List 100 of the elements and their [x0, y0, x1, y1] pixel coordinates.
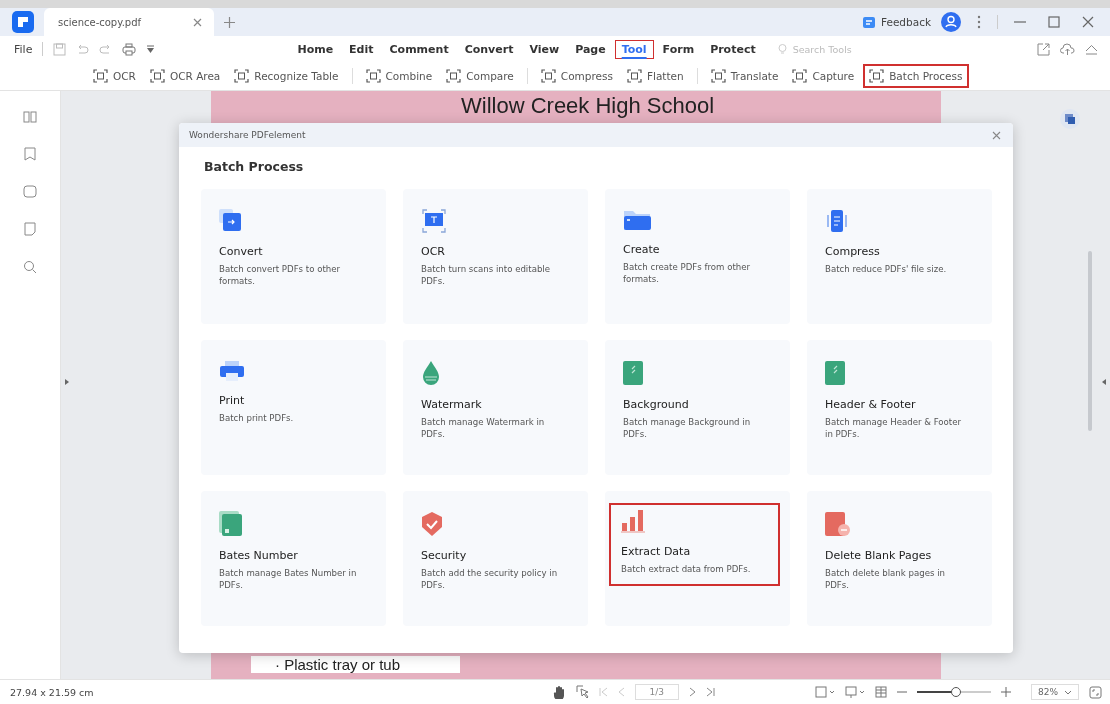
collapse-arrow-icon[interactable]: [1102, 379, 1106, 385]
page-layout-icon[interactable]: [845, 686, 865, 698]
page-size-label: 27.94 x 21.59 cm: [10, 686, 94, 698]
card-title: Print: [219, 394, 245, 407]
batch-tool-card[interactable]: Bates Number Batch manage Bates Number in PDFs.: [201, 491, 386, 626]
expand-arrow-icon[interactable]: [65, 379, 69, 385]
batch-tool-card[interactable]: Watermark Batch manage Watermark in PDFs.: [403, 340, 588, 475]
first-page-icon[interactable]: [598, 687, 608, 697]
menu-tab[interactable]: Home: [290, 39, 341, 59]
batch-tool-card[interactable]: Create Batch create PDFs from other formats.: [605, 189, 790, 324]
hand-tool-icon[interactable]: [552, 685, 566, 699]
toolbar-button[interactable]: Combine: [360, 65, 438, 87]
bookmark-icon[interactable]: [24, 147, 36, 161]
file-menu[interactable]: File: [14, 42, 33, 56]
add-tab-icon[interactable]: [224, 16, 235, 28]
collapse-icon[interactable]: [1085, 43, 1098, 55]
share-icon[interactable]: [1037, 42, 1050, 56]
card-description: Batch add the security policy in PDFs.: [421, 568, 559, 592]
zoom-dropdown[interactable]: 82%: [1031, 684, 1079, 700]
batch-tool-card[interactable]: Extract Data Batch extract data from PDFs.: [605, 491, 790, 626]
columns-icon[interactable]: [875, 686, 887, 698]
zoom-value: 82%: [1038, 687, 1058, 697]
more-icon[interactable]: [977, 15, 981, 29]
scrollbar[interactable]: [1088, 251, 1092, 431]
toolbar-button[interactable]: Translate: [705, 65, 784, 87]
menu-tab[interactable]: View: [522, 39, 567, 59]
page-icon[interactable]: [24, 222, 36, 236]
print-icon[interactable]: [122, 42, 137, 56]
toolbar-button[interactable]: OCR Area: [144, 65, 226, 87]
card-title: OCR: [421, 245, 445, 258]
menu-tab[interactable]: Convert: [457, 39, 521, 59]
card-description: Batch extract data from PDFs.: [621, 564, 751, 576]
menu-tab[interactable]: Comment: [382, 39, 456, 59]
compress-document-icon: [825, 209, 849, 233]
card-title: Security: [421, 549, 467, 562]
maximize-icon[interactable]: [1048, 16, 1060, 28]
undo-icon[interactable]: [76, 43, 90, 55]
search-field[interactable]: Search Tools: [776, 42, 875, 56]
card-description: Batch reduce PDFs' file size.: [825, 264, 947, 276]
batch-tool-card[interactable]: Delete Blank Pages Batch delete blank pages in PDFs.: [807, 491, 992, 626]
menu-tab[interactable]: Protect: [703, 39, 763, 59]
tool-frame-icon: [365, 69, 381, 83]
toolbar-button[interactable]: Batch Process: [863, 64, 969, 88]
toolbar-button[interactable]: Compare: [441, 65, 519, 87]
tool-frame-icon: [149, 69, 165, 83]
toolbar-button[interactable]: Capture: [787, 65, 860, 87]
close-icon[interactable]: [1082, 16, 1094, 28]
next-page-icon[interactable]: [689, 687, 696, 697]
menu-tab[interactable]: Tool: [614, 39, 654, 59]
chevron-down-icon: [1064, 689, 1072, 695]
comment-icon[interactable]: [23, 185, 37, 198]
card-title: Compress: [825, 245, 880, 258]
menu-tab[interactable]: Edit: [342, 39, 381, 59]
fit-page-icon[interactable]: [815, 686, 835, 698]
batch-tool-card[interactable]: Header & Footer Batch manage Header & Footer in PDFs.: [807, 340, 992, 475]
card-title: Convert: [219, 245, 263, 258]
dialog-app-name: Wondershare PDFelement: [189, 130, 306, 140]
menu-tab[interactable]: Page: [568, 39, 613, 59]
save-icon[interactable]: [53, 42, 67, 56]
dropdown-icon[interactable]: [146, 44, 156, 54]
bar-chart-icon: [621, 509, 645, 533]
menu-tab[interactable]: Form: [655, 39, 702, 59]
batch-tool-card[interactable]: OCR Batch turn scans into editable PDFs.: [403, 189, 588, 324]
card-title: Watermark: [421, 398, 482, 411]
card-title: Extract Data: [621, 545, 691, 558]
search-icon[interactable]: [23, 260, 37, 274]
shield-icon: [421, 511, 443, 537]
batch-tool-card[interactable]: Security Batch add the security policy in PDFs.: [403, 491, 588, 626]
select-tool-icon[interactable]: [575, 685, 589, 699]
page-number-field[interactable]: 1/3: [634, 684, 679, 700]
toolbar-button[interactable]: Flatten: [621, 65, 689, 87]
avatar-icon[interactable]: [941, 12, 961, 32]
cloud-upload-icon[interactable]: [1060, 42, 1075, 56]
page-text: · Plastic tray or tub: [251, 656, 461, 673]
slider-thumb[interactable]: [951, 687, 962, 697]
tool-frame-icon: [446, 69, 462, 83]
translate-badge-icon[interactable]: [1060, 109, 1080, 129]
thumbnails-icon[interactable]: [23, 111, 37, 123]
document-tab[interactable]: science-copy.pdf: [44, 8, 214, 36]
fullscreen-icon[interactable]: [1089, 685, 1102, 699]
close-icon[interactable]: [193, 17, 202, 27]
card-description: Batch turn scans into editable PDFs.: [421, 264, 552, 288]
batch-tool-card[interactable]: Print Batch print PDFs.: [201, 340, 386, 475]
water-drop-icon: [421, 360, 441, 386]
feedback-button[interactable]: Feedback: [862, 15, 931, 29]
toolbar-button[interactable]: Compress: [535, 65, 618, 87]
tool-frame-icon: [540, 69, 556, 83]
tool-frame-icon: [234, 69, 250, 83]
zoom-in-icon[interactable]: [1001, 687, 1011, 697]
previous-page-icon[interactable]: [617, 687, 625, 697]
toolbar-button[interactable]: Recognize Table: [229, 65, 344, 87]
feedback-icon: [862, 15, 876, 29]
close-icon[interactable]: [992, 130, 1001, 140]
batch-tool-card[interactable]: Background Batch manage Background in PDFs.: [605, 340, 790, 475]
last-page-icon[interactable]: [706, 687, 715, 697]
toolbar-button[interactable]: OCR: [88, 65, 141, 87]
batch-tool-card[interactable]: Compress Batch reduce PDFs' file size.: [807, 189, 992, 324]
card-title: Bates Number: [219, 549, 298, 562]
batch-tool-card[interactable]: Convert Batch convert PDFs to other formats.: [201, 189, 386, 324]
card-description: Batch print PDFs.: [219, 413, 294, 425]
